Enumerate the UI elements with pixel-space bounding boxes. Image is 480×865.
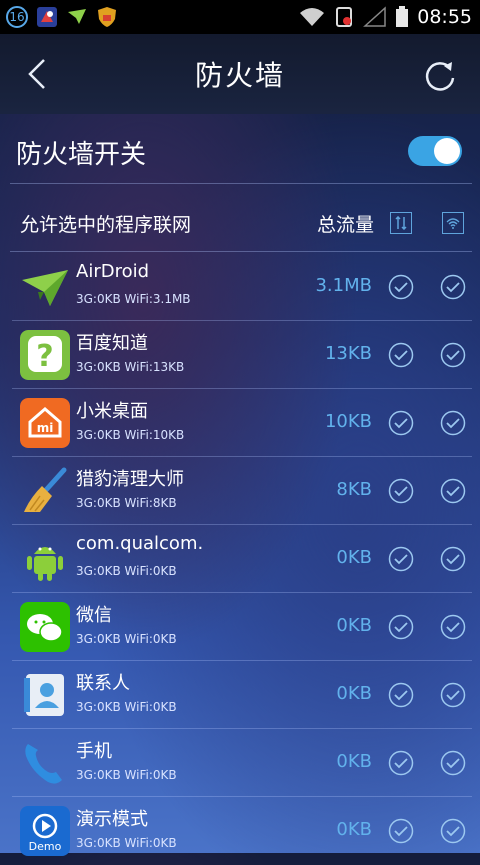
notification-count-badge: 16 bbox=[6, 6, 28, 28]
app-name: 小米桌面 bbox=[76, 401, 148, 422]
svg-text:mi: mi bbox=[37, 421, 54, 435]
allow-network-label: 允许选中的程序联网 bbox=[20, 213, 192, 236]
app-list: AirDroid 3G:0KB WiFi:3.1MB 3.1MB ? 百度知道 … bbox=[0, 253, 480, 865]
signal-icon bbox=[363, 6, 386, 27]
battery-icon bbox=[396, 6, 409, 27]
list-item[interactable]: 猎豹清理大师 3G:0KB WiFi:8KB 8KB bbox=[0, 457, 480, 525]
app-total-traffic: 0KB bbox=[336, 547, 372, 568]
wifi-checkbox[interactable] bbox=[440, 274, 466, 300]
list-item[interactable]: 联系人 3G:0KB WiFi:0KB 0KB bbox=[0, 661, 480, 729]
app-traffic-detail: 3G:0KB WiFi:0KB bbox=[76, 632, 177, 646]
wifi-checkbox[interactable] bbox=[440, 682, 466, 708]
security-notification-icon bbox=[98, 7, 116, 27]
mi-launcher-icon: mi bbox=[20, 398, 70, 448]
status-bar: 16 08:55 bbox=[0, 0, 480, 34]
app-traffic-detail: 3G:0KB WiFi:10KB bbox=[76, 428, 185, 442]
app-name: com.qualcom. bbox=[76, 533, 204, 554]
wifi-checkbox[interactable] bbox=[440, 478, 466, 504]
mobile-checkbox[interactable] bbox=[388, 410, 414, 436]
wechat-icon bbox=[20, 602, 70, 652]
firewall-switch-label: 防火墙开关 bbox=[16, 139, 147, 170]
toggle-knob bbox=[434, 138, 460, 164]
app-notification-icon bbox=[37, 7, 57, 27]
mobile-checkbox[interactable] bbox=[388, 478, 414, 504]
wifi-icon bbox=[300, 8, 325, 26]
app-traffic-detail: 3G:0KB WiFi:3.1MB bbox=[76, 292, 191, 306]
app-total-traffic: 10KB bbox=[324, 411, 372, 432]
airdroid-icon bbox=[22, 270, 68, 306]
firewall-switch-row: 防火墙开关 bbox=[0, 122, 480, 182]
broom-icon bbox=[24, 467, 67, 512]
app-total-traffic: 3.1MB bbox=[315, 275, 372, 296]
app-traffic-detail: 3G:0KB WiFi:0KB bbox=[76, 700, 177, 714]
wifi-checkbox[interactable] bbox=[440, 750, 466, 776]
mobile-checkbox[interactable] bbox=[388, 682, 414, 708]
svg-text:?: ? bbox=[36, 339, 53, 374]
clock: 08:55 bbox=[417, 6, 472, 28]
demo-icon: Demo bbox=[20, 806, 70, 856]
list-item[interactable]: 微信 3G:0KB WiFi:0KB 0KB bbox=[0, 593, 480, 661]
wifi-checkbox[interactable] bbox=[440, 342, 466, 368]
demo-icon-label: Demo bbox=[29, 840, 62, 853]
baidu-zhidao-icon: ? bbox=[20, 330, 70, 380]
back-arrow-icon[interactable] bbox=[20, 56, 56, 92]
wifi-checkbox[interactable] bbox=[440, 546, 466, 572]
refresh-icon[interactable] bbox=[420, 56, 460, 96]
airdroid-notification-icon bbox=[68, 9, 86, 24]
app-name: 猎豹清理大师 bbox=[76, 469, 184, 490]
list-item[interactable]: Demo 演示模式 3G:0KB WiFi:0KB 0KB bbox=[0, 797, 480, 865]
app-name: 百度知道 bbox=[76, 333, 148, 354]
app-name: AirDroid bbox=[76, 261, 150, 282]
title-bar: 防火墙 bbox=[0, 34, 480, 114]
list-item[interactable]: AirDroid 3G:0KB WiFi:3.1MB 3.1MB bbox=[0, 253, 480, 321]
total-traffic-header: 总流量 bbox=[316, 213, 374, 236]
app-total-traffic: 0KB bbox=[336, 751, 372, 772]
phone-icon bbox=[25, 744, 62, 784]
wifi-checkbox[interactable] bbox=[440, 410, 466, 436]
android-icon bbox=[27, 547, 63, 581]
mobile-data-column-icon[interactable] bbox=[390, 212, 412, 234]
app-traffic-detail: 3G:0KB WiFi:13KB bbox=[76, 360, 185, 374]
list-item[interactable]: mi 小米桌面 3G:0KB WiFi:10KB 10KB bbox=[0, 389, 480, 457]
no-sim-icon bbox=[336, 7, 353, 27]
page-title: 防火墙 bbox=[194, 59, 285, 92]
mobile-checkbox[interactable] bbox=[388, 750, 414, 776]
mobile-checkbox[interactable] bbox=[388, 274, 414, 300]
wifi-checkbox[interactable] bbox=[440, 818, 466, 844]
app-traffic-detail: 3G:0KB WiFi:0KB bbox=[76, 836, 177, 850]
mobile-checkbox[interactable] bbox=[388, 614, 414, 640]
wifi-column-icon[interactable] bbox=[442, 212, 464, 234]
contacts-icon bbox=[24, 674, 64, 716]
firewall-toggle[interactable] bbox=[408, 136, 462, 166]
app-traffic-detail: 3G:0KB WiFi:0KB bbox=[76, 564, 177, 578]
wifi-checkbox[interactable] bbox=[440, 614, 466, 640]
app-total-traffic: 0KB bbox=[336, 683, 372, 704]
list-item[interactable]: com.qualcom. 3G:0KB WiFi:0KB 0KB bbox=[0, 525, 480, 593]
app-traffic-detail: 3G:0KB WiFi:8KB bbox=[76, 496, 177, 510]
app-name: 微信 bbox=[76, 605, 112, 626]
app-name: 手机 bbox=[76, 741, 112, 762]
app-total-traffic: 8KB bbox=[336, 479, 372, 500]
app-total-traffic: 13KB bbox=[324, 343, 372, 364]
app-name: 演示模式 bbox=[76, 809, 148, 830]
app-total-traffic: 0KB bbox=[336, 819, 372, 840]
mobile-checkbox[interactable] bbox=[388, 342, 414, 368]
mobile-checkbox[interactable] bbox=[388, 546, 414, 572]
list-header: 允许选中的程序联网 总流量 bbox=[0, 195, 480, 251]
list-item[interactable]: 手机 3G:0KB WiFi:0KB 0KB bbox=[0, 729, 480, 797]
app-traffic-detail: 3G:0KB WiFi:0KB bbox=[76, 768, 177, 782]
app-total-traffic: 0KB bbox=[336, 615, 372, 636]
list-item[interactable]: ? 百度知道 3G:0KB WiFi:13KB 13KB bbox=[0, 321, 480, 389]
app-name: 联系人 bbox=[76, 673, 130, 694]
mobile-checkbox[interactable] bbox=[388, 818, 414, 844]
divider bbox=[10, 251, 472, 252]
divider bbox=[10, 183, 472, 184]
